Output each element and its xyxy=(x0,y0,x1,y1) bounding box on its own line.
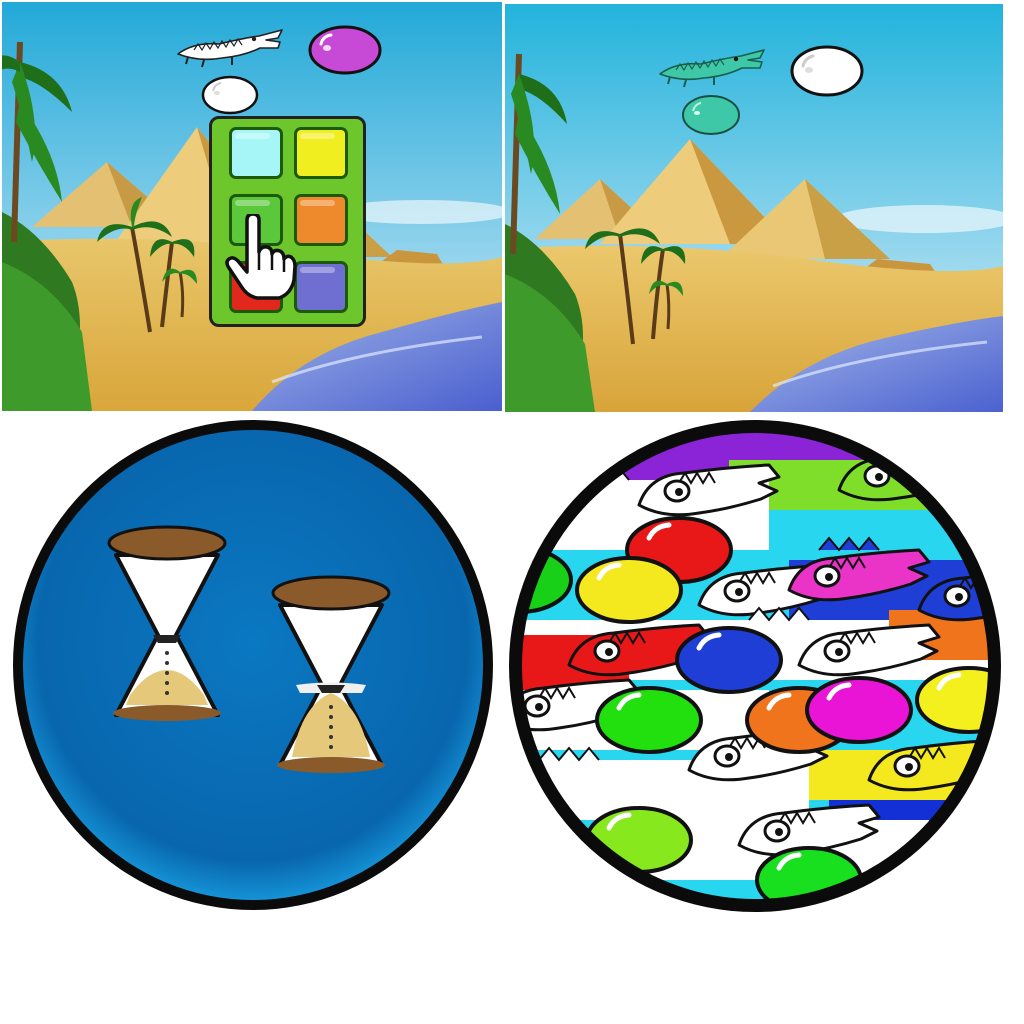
timer-badge[interactable] xyxy=(8,415,498,915)
crocodile-icon[interactable] xyxy=(655,44,769,90)
swatch-orange[interactable] xyxy=(294,194,348,246)
swatch-light-cyan[interactable] xyxy=(229,127,283,179)
swatch-yellow[interactable] xyxy=(294,127,348,179)
egg-icon[interactable] xyxy=(681,94,741,136)
colored-scene xyxy=(505,4,1003,412)
color-select-scene xyxy=(2,2,502,411)
egg-icon[interactable] xyxy=(789,44,865,98)
egg-icon[interactable] xyxy=(307,24,383,76)
hand-pointer-icon xyxy=(225,214,297,300)
swatch-purple[interactable] xyxy=(294,261,348,313)
crocodile-pattern-badge[interactable] xyxy=(509,420,1001,912)
egg-icon[interactable] xyxy=(201,75,259,115)
crocodile-icon[interactable] xyxy=(174,24,286,70)
